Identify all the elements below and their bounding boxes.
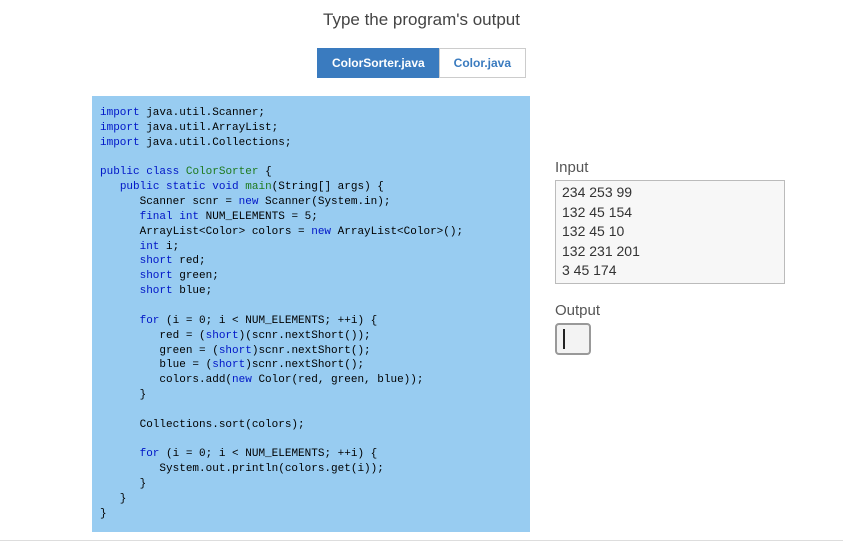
keyword: void <box>212 181 238 193</box>
input-line: 132 45 154 <box>562 203 778 223</box>
code-text: (i = 0; i < NUM_ELEMENTS; ++i) { <box>159 448 377 460</box>
input-box: 234 253 99 132 45 154 132 45 10 132 231 … <box>555 180 785 284</box>
code-text: } <box>100 478 146 490</box>
code-text: Scanner(System.in); <box>258 196 390 208</box>
keyword: int <box>140 241 160 253</box>
input-line: 132 45 10 <box>562 222 778 242</box>
keyword: short <box>206 330 239 342</box>
keyword: short <box>219 345 252 357</box>
classname: ColorSorter <box>186 166 259 178</box>
code-text: java.util.ArrayList; <box>140 122 279 134</box>
code-text: ArrayList<Color> colors = <box>100 226 311 238</box>
code-text: blue = ( <box>100 359 212 371</box>
page-title: Type the program's output <box>0 10 843 30</box>
keyword: short <box>212 359 245 371</box>
code-text: i; <box>159 241 179 253</box>
keyword: import <box>100 137 140 149</box>
code-text: )(scnr.nextShort()); <box>239 330 371 342</box>
code-text: blue; <box>173 285 213 297</box>
content-row: import java.util.Scanner; import java.ut… <box>0 96 843 541</box>
code-text: )scnr.nextShort(); <box>245 359 364 371</box>
output-label: Output <box>555 302 785 319</box>
output-input[interactable] <box>555 323 591 355</box>
keyword: for <box>140 448 160 460</box>
keyword: public <box>100 166 140 178</box>
input-line: 3 45 174 <box>562 261 778 281</box>
code-text: red = ( <box>100 330 206 342</box>
keyword: static <box>166 181 206 193</box>
code-text: )scnr.nextShort(); <box>252 345 371 357</box>
code-text: (i = 0; i < NUM_ELEMENTS; ++i) { <box>159 315 377 327</box>
code-text: System.out.println(colors.get(i)); <box>100 463 384 475</box>
text-cursor-icon <box>563 329 565 349</box>
code-text: red; <box>173 255 206 267</box>
file-tabs: ColorSorter.java Color.java <box>0 48 843 78</box>
keyword: short <box>140 285 173 297</box>
keyword: final <box>140 211 173 223</box>
code-text: colors.add( <box>100 374 232 386</box>
keyword: new <box>232 374 252 386</box>
code-text: java.util.Scanner; <box>140 107 265 119</box>
keyword: import <box>100 107 140 119</box>
code-text: green; <box>173 270 219 282</box>
tab-colorsorter[interactable]: ColorSorter.java <box>317 48 439 78</box>
code-viewer: import java.util.Scanner; import java.ut… <box>92 96 530 532</box>
code-text: Color(red, green, blue)); <box>252 374 424 386</box>
exercise-container: Type the program's output ColorSorter.ja… <box>0 10 843 529</box>
code-text: Collections.sort(colors); <box>100 419 305 431</box>
keyword: class <box>146 166 179 178</box>
keyword: short <box>140 255 173 267</box>
keyword: new <box>239 196 259 208</box>
input-line: 234 253 99 <box>562 183 778 203</box>
keyword: int <box>179 211 199 223</box>
code-text: ArrayList<Color>(); <box>331 226 463 238</box>
keyword: new <box>311 226 331 238</box>
code-text: green = ( <box>100 345 219 357</box>
code-text: java.util.Collections; <box>140 137 292 149</box>
code-text: } <box>100 389 146 401</box>
code-text: NUM_ELEMENTS = 5; <box>199 211 318 223</box>
code-text: Scanner scnr = <box>100 196 239 208</box>
keyword: import <box>100 122 140 134</box>
code-text: { <box>258 166 271 178</box>
input-label: Input <box>555 159 785 176</box>
code-text: (String[] args) { <box>272 181 384 193</box>
keyword: for <box>140 315 160 327</box>
keyword: public <box>120 181 160 193</box>
keyword: short <box>140 270 173 282</box>
code-text: } <box>100 493 126 505</box>
methodname: main <box>245 181 271 193</box>
code-text: } <box>100 508 107 520</box>
input-line: 132 231 201 <box>562 242 778 262</box>
tab-color[interactable]: Color.java <box>439 48 526 78</box>
right-panel: Input 234 253 99 132 45 154 132 45 10 13… <box>555 96 785 532</box>
